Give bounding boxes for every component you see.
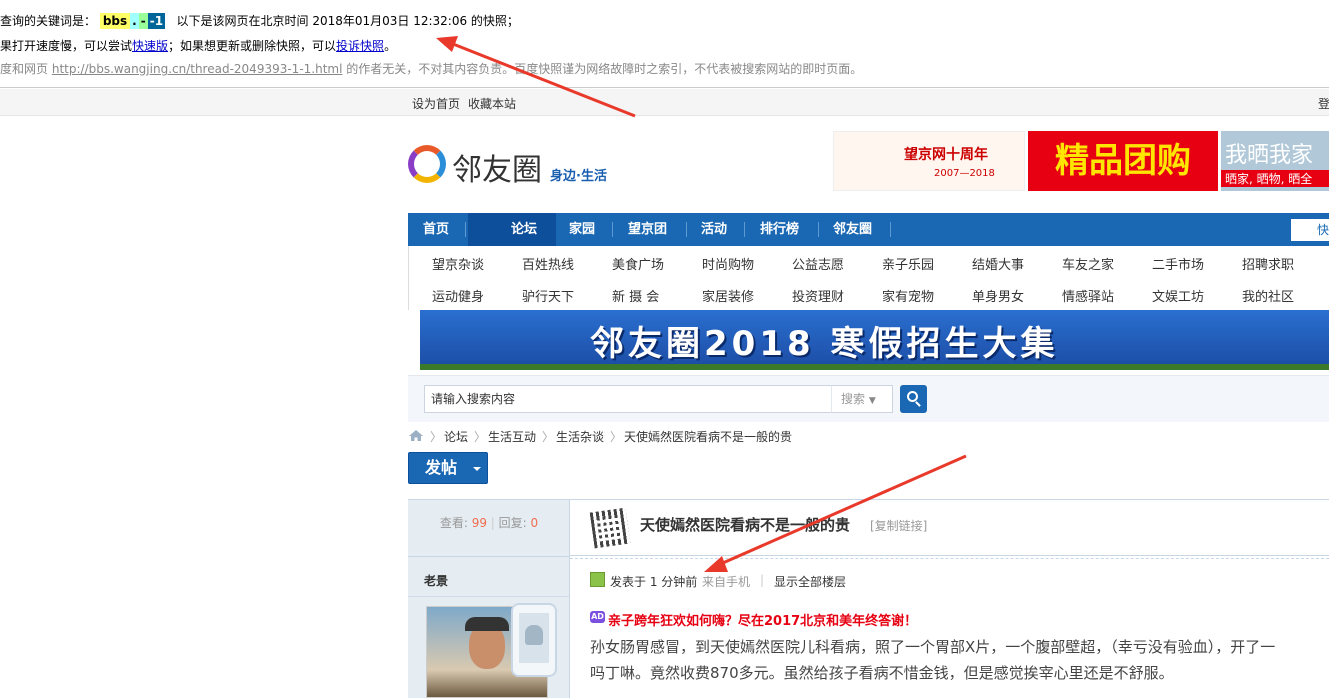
arrow-head-top [436,36,458,52]
arrow-line-top [447,40,636,118]
arrow-line-bottom [715,454,967,568]
arrow-head-bottom [704,556,728,572]
annotation-arrows [436,36,967,572]
